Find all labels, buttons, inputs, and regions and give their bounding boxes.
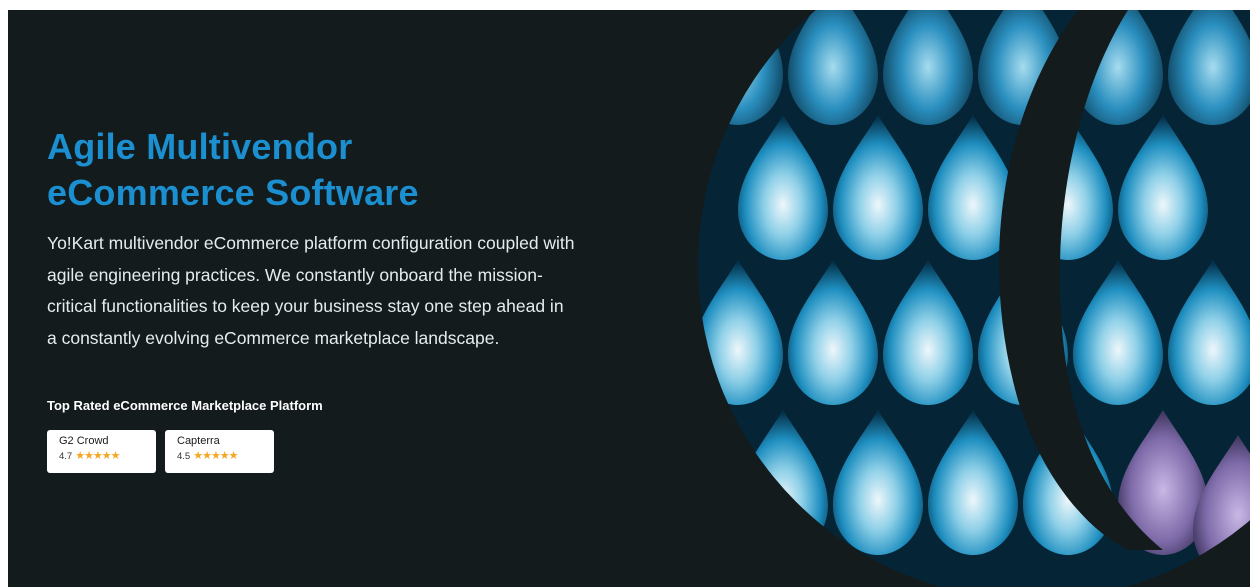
badge-name: G2 Crowd <box>59 435 109 447</box>
stars-filled: ★★★★★ <box>193 450 238 462</box>
hero-abstract-image <box>698 10 1250 587</box>
star-rating-icon: ★★★★★ <box>193 450 238 462</box>
top-rated-label: Top Rated eCommerce Marketplace Platform <box>47 398 323 413</box>
badge-score: 4.7 <box>59 450 73 462</box>
star-rating-icon: ★★★★★ <box>75 450 120 462</box>
g2-crowd-badge[interactable]: G2 Crowd 4.7 ★★★★★ <box>47 430 156 473</box>
hero-headline: Agile Multivendor eCommerce Software <box>47 124 607 216</box>
badge-name: Capterra <box>177 435 220 447</box>
badge-rating-row: 4.5 ★★★★★ <box>177 450 262 462</box>
badge-rating-row: 4.7 ★★★★★ <box>59 450 144 462</box>
hero-content: Agile Multivendor eCommerce Software Yo!… <box>47 124 607 473</box>
stars-filled: ★★★★★ <box>75 450 120 462</box>
rating-badges: G2 Crowd 4.7 ★★★★★ Capterra 4.5 ★★★★★ <box>47 430 607 473</box>
hero-section: Agile Multivendor eCommerce Software Yo!… <box>8 10 1250 587</box>
hero-description: Yo!Kart multivendor eCommerce platform c… <box>47 233 575 348</box>
badge-score: 4.5 <box>177 450 191 462</box>
headline-line-1: Agile Multivendor <box>47 126 353 167</box>
capterra-badge[interactable]: Capterra 4.5 ★★★★★ <box>165 430 274 473</box>
headline-line-2: eCommerce Software <box>47 172 419 213</box>
